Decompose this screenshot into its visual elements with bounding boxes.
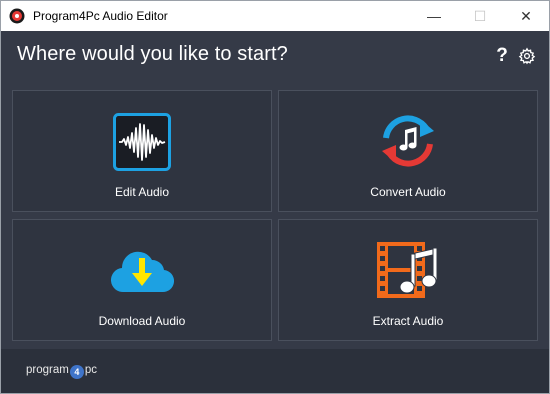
minimize-button[interactable]: — xyxy=(411,1,457,31)
app-window: Program4Pc Audio Editor — ☐ ✕ Where woul… xyxy=(0,0,550,394)
convert-music-icon xyxy=(382,115,434,167)
convert-audio-label: Convert Audio xyxy=(370,185,446,199)
extract-audio-tile[interactable]: Extract Audio xyxy=(278,219,538,341)
maximize-button[interactable]: ☐ xyxy=(457,1,503,31)
download-audio-tile[interactable]: Download Audio xyxy=(12,219,272,341)
footer: program 4 pc xyxy=(1,349,549,393)
brand-text-end: pc xyxy=(84,364,97,376)
cloud-download-icon xyxy=(111,251,174,293)
app-logo-icon xyxy=(9,8,25,24)
extract-audio-label: Extract Audio xyxy=(372,314,444,328)
title-bar[interactable]: Program4Pc Audio Editor — ☐ ✕ xyxy=(1,1,549,31)
window-title: Program4Pc Audio Editor xyxy=(33,9,168,23)
brand-logo: program 4 pc xyxy=(26,363,97,379)
film-music-icon xyxy=(377,242,438,298)
window-controls: — ☐ ✕ xyxy=(411,1,549,31)
edit-audio-label: Edit Audio xyxy=(114,185,170,199)
brand-text-start: program xyxy=(26,364,69,376)
help-button[interactable]: ? xyxy=(495,45,509,67)
edit-audio-tile[interactable]: Edit Audio xyxy=(12,90,272,212)
waveform-icon xyxy=(113,113,171,171)
download-audio-label: Download Audio xyxy=(98,314,186,328)
brand-number: 4 xyxy=(69,365,84,379)
close-button[interactable]: ✕ xyxy=(503,1,549,31)
convert-audio-tile[interactable]: Convert Audio xyxy=(278,90,538,212)
page-title: Where would you like to start? xyxy=(17,43,288,65)
gear-icon[interactable] xyxy=(518,47,536,65)
start-panel: Where would you like to start? ? Edit Au… xyxy=(1,31,549,349)
